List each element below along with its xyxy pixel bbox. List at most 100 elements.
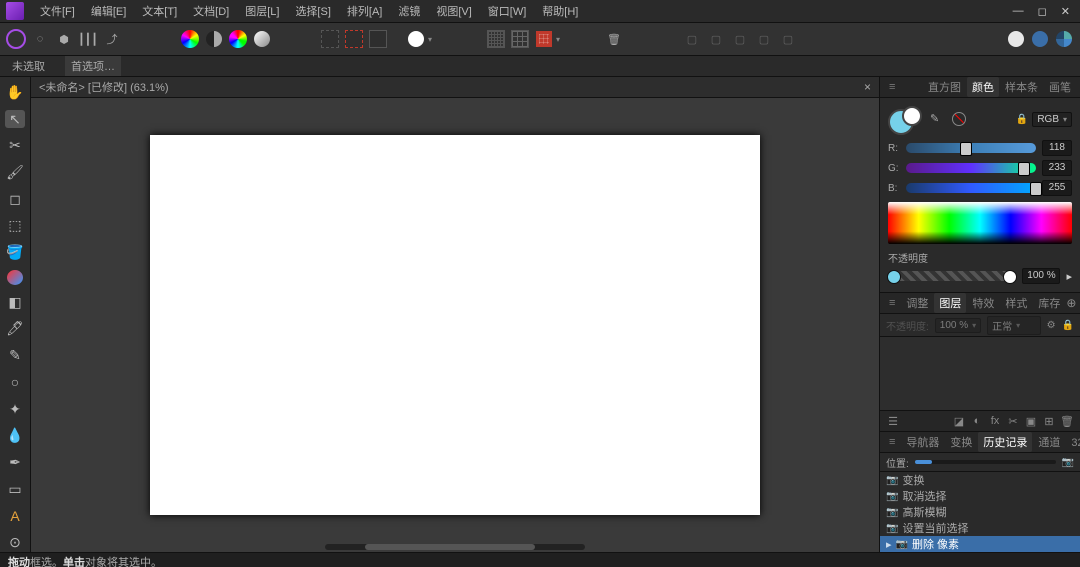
persona-tone-icon[interactable]: ┃┃┃	[78, 29, 98, 49]
document-tab[interactable]: <未命名> [已修改] (63.1%) ×	[31, 77, 879, 98]
marquee-tool-icon[interactable]: ⬚	[5, 217, 25, 236]
shape-tool-icon[interactable]: ▭	[5, 480, 25, 499]
history-item[interactable]: 📷高斯模糊	[880, 504, 1080, 520]
lock-icon[interactable]: 🔒	[1016, 114, 1028, 125]
tab-navigator[interactable]: 导航器	[901, 432, 944, 452]
color-wheel2-icon[interactable]	[228, 29, 248, 49]
opacity-slider[interactable]	[888, 271, 1016, 281]
layers-options-icon[interactable]: ⊕	[1066, 296, 1076, 310]
selection-tool-icon[interactable]: ◻	[5, 190, 25, 209]
persona-liquify-icon[interactable]: ◌	[30, 29, 50, 49]
color-swatch[interactable]	[888, 106, 922, 132]
channel-slider[interactable]	[906, 183, 1036, 193]
circle2-icon[interactable]	[1030, 29, 1050, 49]
blur-tool-icon[interactable]: 💧	[5, 426, 25, 445]
channel-slider[interactable]	[906, 143, 1036, 153]
horizontal-scrollbar[interactable]	[325, 544, 585, 550]
marquee-icon[interactable]	[320, 29, 340, 49]
history-item[interactable]: 📷取消选择	[880, 488, 1080, 504]
mask-icon[interactable]: ◪	[952, 414, 966, 428]
fill-tool-icon[interactable]: 🪣	[5, 243, 25, 262]
history-item[interactable]: ▸📷删除 像素	[880, 536, 1080, 552]
hist-menu-icon[interactable]: ≡	[884, 434, 900, 450]
history-item[interactable]: 📷设置当前选择	[880, 520, 1080, 536]
tab-brushes[interactable]: 画笔	[1044, 77, 1076, 97]
addlayer-icon[interactable]: ⊞	[1042, 414, 1056, 428]
menu-select[interactable]: 选择[S]	[287, 1, 338, 21]
tab-history[interactable]: 历史记录	[978, 432, 1032, 452]
dodge-tool-icon[interactable]: ○	[5, 373, 25, 392]
channel-value[interactable]: 255	[1042, 180, 1072, 196]
window-maximize-icon[interactable]: ◻	[1038, 5, 1047, 18]
color-spectrum[interactable]	[888, 202, 1072, 244]
tab-styles[interactable]: 样式	[1000, 293, 1032, 313]
grid-icon[interactable]	[486, 29, 506, 49]
tab-histogram[interactable]: 直方图	[923, 77, 966, 97]
paint-tool-icon[interactable]: 🖊	[5, 320, 25, 339]
menu-help[interactable]: 帮助[H]	[534, 1, 586, 21]
circle1-icon[interactable]	[1006, 29, 1026, 49]
history-position-slider[interactable]	[915, 460, 1056, 464]
pen-tool-icon[interactable]: ✒	[5, 453, 25, 472]
eraser-tool-icon[interactable]: ◧	[5, 293, 25, 312]
text-tool-icon[interactable]: A	[5, 507, 25, 526]
color-mode-select[interactable]: RGB	[1032, 112, 1072, 127]
hand-tool-icon[interactable]: ✋	[5, 83, 25, 102]
gear-icon[interactable]: ⚙	[1047, 320, 1056, 331]
opacity-value[interactable]: 100 %	[1022, 268, 1060, 284]
menu-edit[interactable]: 编辑[E]	[83, 1, 134, 21]
circle3-icon[interactable]	[1054, 29, 1074, 49]
crop-dark-icon[interactable]	[368, 29, 388, 49]
menu-text[interactable]: 文本[T]	[134, 1, 185, 21]
gradient-tool-icon[interactable]	[7, 270, 23, 285]
menu-filter[interactable]: 滤镜	[390, 1, 428, 21]
channel-value[interactable]: 118	[1042, 140, 1072, 156]
canvas-viewport[interactable]	[31, 98, 879, 552]
window-minimize-icon[interactable]: —	[1013, 5, 1024, 18]
stack-icon[interactable]: ☰	[886, 414, 900, 428]
tab-transform[interactable]: 变换	[945, 432, 977, 452]
layer-opacity-value[interactable]: 100 %	[935, 318, 981, 333]
folder-icon[interactable]: ▣	[1024, 414, 1038, 428]
channel-value[interactable]: 233	[1042, 160, 1072, 176]
picker-tool-icon[interactable]: ⊙	[5, 533, 25, 552]
camera-icon[interactable]: 📷	[1062, 457, 1074, 468]
tab-stock[interactable]: 库存	[1033, 293, 1065, 313]
panel-menu-icon[interactable]: ≡	[884, 79, 900, 95]
close-tab-icon[interactable]: ×	[864, 80, 871, 94]
trash2-icon[interactable]: 🗑	[1060, 414, 1074, 428]
menu-arrange[interactable]: 排列[A]	[339, 1, 390, 21]
grid2-icon[interactable]	[510, 29, 530, 49]
tab-channels[interactable]: 通道	[1033, 432, 1065, 452]
marquee-diag-icon[interactable]	[344, 29, 364, 49]
tab-layers[interactable]: 图层	[934, 293, 966, 313]
quickmask-icon[interactable]	[406, 29, 426, 49]
circle-grad-icon[interactable]	[252, 29, 272, 49]
grid-red-icon[interactable]	[534, 29, 554, 49]
tab-adjust[interactable]: 调整	[901, 293, 933, 313]
dropdown-icon[interactable]: ▾	[428, 35, 438, 44]
persona-develop-icon[interactable]: ⬢	[54, 29, 74, 49]
blend-mode-select[interactable]: 正常	[987, 316, 1040, 335]
history-item[interactable]: 📷变换	[880, 472, 1080, 488]
menu-layer[interactable]: 图层[L]	[237, 1, 287, 21]
brush-tool-icon[interactable]: 🖌	[5, 163, 25, 182]
color-wheel-icon[interactable]	[180, 29, 200, 49]
context-prefs[interactable]: 首选项…	[65, 56, 121, 76]
menu-file[interactable]: 文件[F]	[32, 1, 83, 21]
move-tool-icon[interactable]: ↖	[5, 110, 25, 129]
channel-slider[interactable]	[906, 163, 1036, 173]
fx-icon[interactable]: fx	[988, 414, 1002, 428]
nocolor-icon[interactable]	[952, 112, 966, 126]
window-close-icon[interactable]: ✕	[1061, 5, 1070, 18]
menu-document[interactable]: 文档[D]	[185, 1, 237, 21]
healing-tool-icon[interactable]: ✦	[5, 400, 25, 419]
tab-swatches[interactable]: 样本条	[1000, 77, 1043, 97]
crop2-icon[interactable]: ✂	[1006, 414, 1020, 428]
persona-export-icon[interactable]: ⤴	[102, 29, 122, 49]
layers-menu-icon[interactable]: ≡	[884, 295, 900, 311]
menu-window[interactable]: 窗口[W]	[480, 1, 535, 21]
opacity-stepper-icon[interactable]: ▸	[1066, 270, 1072, 283]
menu-view[interactable]: 视图[V]	[428, 1, 479, 21]
lock-layer-icon[interactable]: 🔒	[1062, 320, 1074, 331]
